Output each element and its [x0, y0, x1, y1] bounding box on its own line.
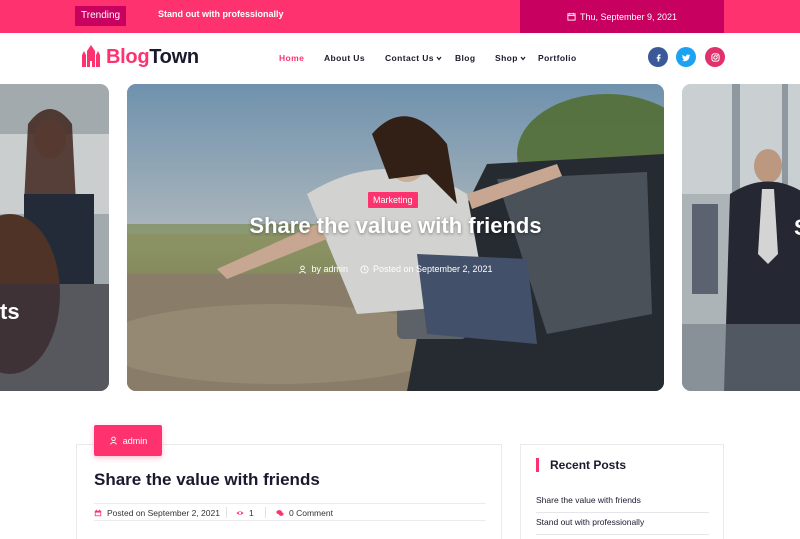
recent-post-item[interactable]: Share the value with friends [536, 495, 709, 513]
comments-icon [276, 510, 284, 516]
nav-home-label: Home [279, 53, 305, 63]
slide-author[interactable]: by admin [298, 264, 348, 274]
eye-icon [236, 511, 244, 515]
slide-title[interactable]: Share the value with friends [127, 213, 664, 239]
slide-previous-overlay [0, 84, 109, 391]
user-icon [299, 265, 307, 274]
post-comments-text: 0 Comment [289, 508, 333, 518]
nav-shop-label: Shop [495, 53, 518, 63]
post-card [76, 444, 502, 539]
post-views-count: 1 [249, 508, 254, 518]
slide-next[interactable]: S [682, 84, 800, 391]
meta-divider [265, 507, 266, 518]
facebook-icon [656, 53, 661, 62]
slide-previous-title: ts [0, 299, 20, 324]
slide-meta: by admin Posted on September 2, 2021 [127, 264, 664, 274]
nav-contact-us-label: Contact Us [385, 53, 434, 63]
nav-portfolio[interactable]: Portfolio [538, 53, 577, 63]
post-date: Posted on September 2, 2021 [94, 508, 220, 518]
logo-text: BlogTown [106, 46, 199, 69]
logo-text-town: Town [149, 45, 199, 68]
trending-badge: Trending [75, 6, 127, 26]
castle-logo-icon [82, 45, 100, 67]
post-author-label: admin [122, 435, 148, 446]
twitter-icon [681, 53, 690, 61]
top-bar: Trending Stand out with professionally T… [0, 0, 800, 33]
nav-blog[interactable]: Blog [455, 53, 475, 63]
slide-previous[interactable]: ts [0, 84, 109, 391]
nav-shop[interactable]: Shop [495, 53, 526, 63]
clock-icon [360, 264, 369, 274]
instagram-button[interactable] [705, 47, 725, 67]
slide-author-text: by admin [311, 264, 348, 274]
instagram-icon [710, 52, 720, 62]
user-icon [109, 436, 117, 445]
recent-posts-title: Recent Posts [536, 458, 626, 472]
post-date-text: Posted on September 2, 2021 [107, 508, 220, 518]
post-author-button[interactable]: admin [94, 425, 162, 456]
chevron-down-icon [520, 56, 526, 61]
slide-date: Posted on September 2, 2021 [360, 264, 493, 274]
calendar-icon [94, 509, 102, 517]
nav-portfolio-label: Portfolio [538, 53, 577, 63]
slide-next-overlay [682, 84, 800, 391]
post-comments[interactable]: 0 Comment [276, 508, 333, 518]
chevron-down-icon [436, 56, 442, 61]
slide-date-text: Posted on September 2, 2021 [372, 264, 493, 274]
nav-home[interactable]: Home [279, 53, 304, 63]
twitter-button[interactable] [676, 47, 696, 67]
post-title[interactable]: Share the value with friends [94, 470, 320, 490]
post-meta: Posted on September 2, 2021 1 0 Comment [94, 503, 486, 521]
nav-about-us-label: About Us [324, 53, 365, 63]
date-text: Thu, September 9, 2021 [579, 11, 678, 22]
nav-contact-us[interactable]: Contact Us [385, 53, 442, 63]
meta-divider [226, 507, 227, 518]
recent-post-item[interactable]: Stand out with professionally [536, 517, 709, 535]
slide-category-badge[interactable]: Marketing [368, 192, 418, 208]
slide-next-title: S [794, 215, 800, 241]
calendar-icon [567, 12, 576, 21]
post-views: 1 [236, 508, 254, 518]
facebook-button[interactable] [648, 47, 668, 67]
logo-text-blog: Blog [106, 45, 150, 68]
trending-ticker-link[interactable]: Stand out with professionally [158, 9, 284, 19]
nav-about-us[interactable]: About Us [324, 53, 365, 63]
nav-blog-label: Blog [455, 53, 476, 63]
date-display: Thu, September 9, 2021 [520, 0, 724, 33]
site-logo[interactable]: BlogTown [80, 45, 199, 69]
site-header: BlogTown Home About Us Contact Us Blog S… [0, 33, 800, 83]
